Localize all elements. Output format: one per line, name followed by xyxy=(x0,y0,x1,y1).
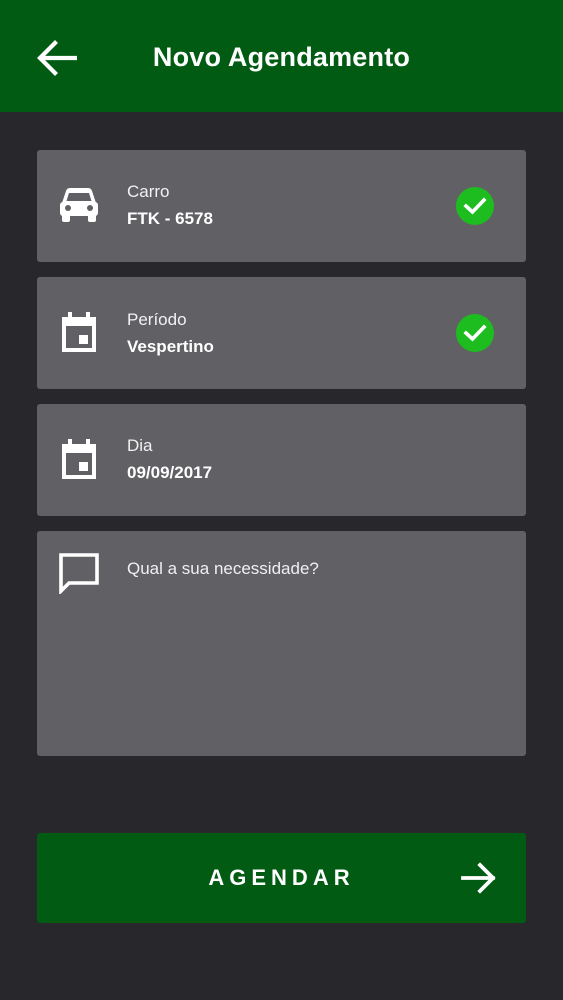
chat-bubble-icon xyxy=(57,551,101,595)
period-value: Vespertino xyxy=(127,337,214,356)
period-check-icon xyxy=(456,314,494,352)
notes-input[interactable]: Qual a sua necessidade? xyxy=(127,558,319,580)
schedule-button[interactable]: AGENDAR xyxy=(37,833,526,923)
car-card[interactable]: Carro FTK - 6578 xyxy=(37,150,526,262)
car-icon xyxy=(57,183,101,227)
day-card[interactable]: Dia 09/09/2017 xyxy=(37,404,526,516)
car-label: Carro xyxy=(127,182,170,201)
day-label: Dia xyxy=(127,436,153,455)
schedule-button-label: AGENDAR xyxy=(208,865,355,890)
day-value: 09/09/2017 xyxy=(127,463,213,482)
page-title: Novo Agendamento xyxy=(152,42,411,72)
car-value: FTK - 6578 xyxy=(127,209,213,228)
calendar-icon xyxy=(57,438,101,482)
arrow-right-icon xyxy=(459,860,499,896)
top-app-bar: Novo Agendamento xyxy=(0,0,563,112)
calendar-icon xyxy=(57,311,101,355)
notes-card[interactable]: Qual a sua necessidade? xyxy=(37,531,526,756)
car-check-icon xyxy=(456,187,494,225)
period-card[interactable]: Período Vespertino xyxy=(37,277,526,389)
period-label: Período xyxy=(127,310,187,329)
